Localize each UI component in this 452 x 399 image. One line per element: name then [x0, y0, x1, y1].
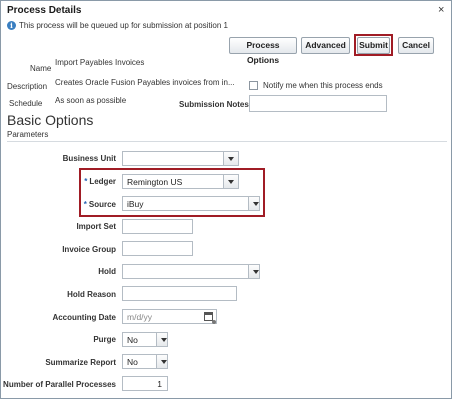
accounting-date-placeholder: m/d/yy [127, 312, 153, 322]
accounting-date-label: Accounting Date [52, 313, 116, 322]
ledger-label: * Ledger [1, 177, 116, 186]
business-unit-select[interactable] [122, 151, 239, 166]
hold-reason-label: Hold Reason [67, 290, 116, 299]
chevron-down-icon[interactable] [248, 265, 259, 278]
submit-button[interactable]: Submit [357, 37, 390, 54]
name-label: Name [30, 64, 52, 73]
process-options-button[interactable]: Process Options [229, 37, 297, 65]
hold-label: Hold [98, 267, 116, 276]
ledger-select[interactable]: Remington US [122, 174, 239, 189]
hold-select[interactable] [122, 264, 260, 279]
purge-value: No [127, 335, 138, 345]
parameters-subheading: Parameters [7, 130, 49, 139]
source-select[interactable]: iBuy [122, 196, 260, 211]
description-value: Creates Oracle Fusion Payables invoices … [55, 78, 235, 87]
import-set-label: Import Set [76, 222, 116, 231]
chevron-down-icon[interactable] [223, 152, 238, 165]
process-details-dialog: Process Details × i This process will be… [0, 0, 452, 399]
summarize-report-select[interactable]: No [122, 354, 168, 369]
invoice-group-input[interactable] [122, 241, 193, 256]
source-label: * Source [1, 200, 116, 209]
ledger-value: Remington US [127, 177, 183, 187]
notify-checkbox[interactable] [249, 81, 258, 90]
summarize-report-value: No [127, 357, 138, 367]
source-label-text: Source [88, 200, 116, 209]
section-divider [7, 141, 447, 142]
business-unit-label: Business Unit [62, 154, 116, 163]
parallel-processes-input[interactable]: 1 [122, 376, 168, 391]
name-value: Import Payables Invoices [55, 58, 145, 67]
close-icon[interactable]: × [438, 4, 444, 16]
chevron-down-icon[interactable] [156, 355, 167, 368]
invoice-group-label: Invoice Group [62, 245, 116, 254]
cancel-button[interactable]: Cancel [398, 37, 434, 54]
required-marker: * [83, 200, 87, 209]
ledger-label-text: Ledger [89, 177, 116, 186]
submission-notes-label: Submission Notes [179, 100, 249, 109]
notify-label: Notify me when this process ends [263, 81, 383, 90]
summarize-report-label: Summarize Report [45, 358, 116, 367]
info-icon: i [7, 21, 16, 30]
hold-reason-input[interactable] [122, 286, 237, 301]
submission-notes-field[interactable] [249, 95, 387, 112]
advanced-button[interactable]: Advanced [301, 37, 350, 54]
parallel-processes-value: 1 [157, 379, 162, 389]
chevron-down-icon[interactable] [248, 197, 259, 210]
required-marker: * [84, 177, 88, 186]
calendar-icon[interactable] [204, 312, 216, 324]
basic-options-heading: Basic Options [7, 112, 94, 128]
schedule-value: As soon as possible [55, 96, 127, 105]
purge-label: Purge [93, 335, 116, 344]
source-value: iBuy [127, 199, 144, 209]
dialog-title: Process Details [7, 5, 82, 16]
schedule-label: Schedule [9, 99, 43, 108]
parallel-processes-label: Number of Parallel Processes [3, 380, 116, 389]
description-label: Description [7, 82, 48, 91]
accounting-date-input[interactable]: m/d/yy [122, 309, 217, 324]
chevron-down-icon[interactable] [156, 333, 167, 346]
info-message: This process will be queued up for submi… [19, 21, 228, 30]
purge-select[interactable]: No [122, 332, 168, 347]
chevron-down-icon[interactable] [223, 175, 238, 188]
import-set-input[interactable] [122, 219, 193, 234]
